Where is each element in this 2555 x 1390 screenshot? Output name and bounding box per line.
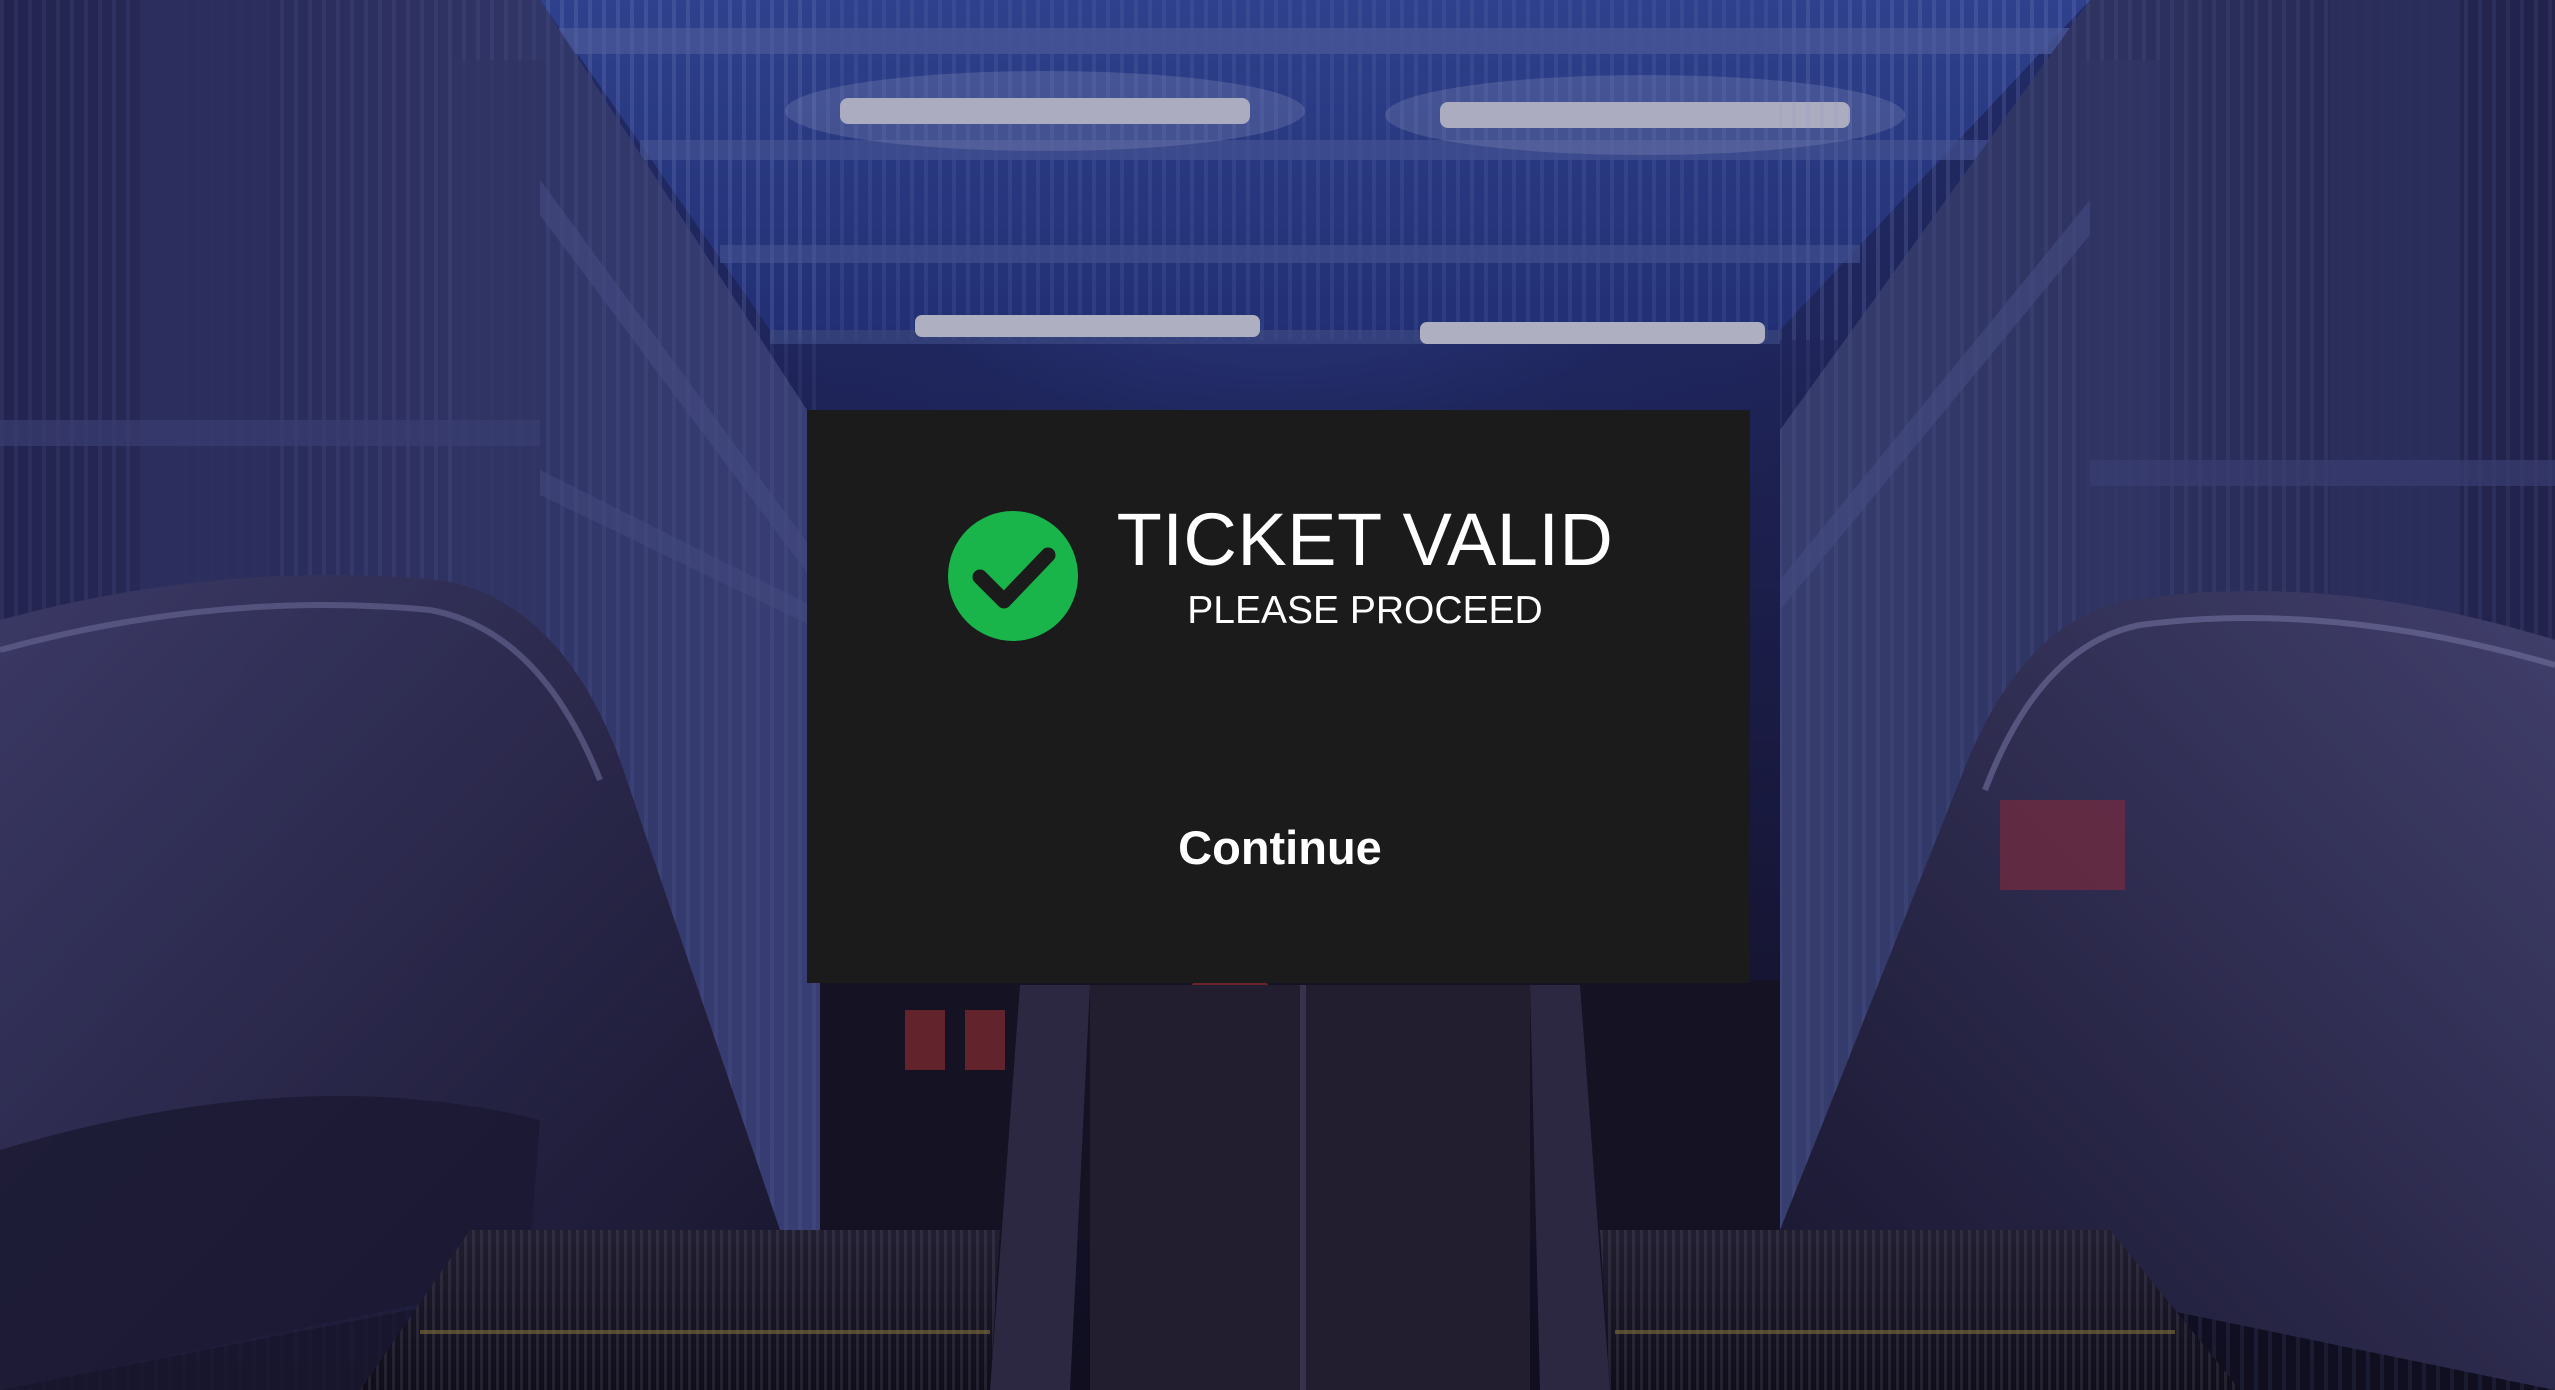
check-circle-icon — [948, 511, 1078, 641]
dialog-subtitle: PLEASE PROCEED — [1187, 589, 1543, 632]
ticket-status-dialog — [807, 410, 1750, 983]
continue-button[interactable]: Continue — [1130, 812, 1430, 884]
dialog-title: TICKET VALID — [1116, 498, 1614, 581]
